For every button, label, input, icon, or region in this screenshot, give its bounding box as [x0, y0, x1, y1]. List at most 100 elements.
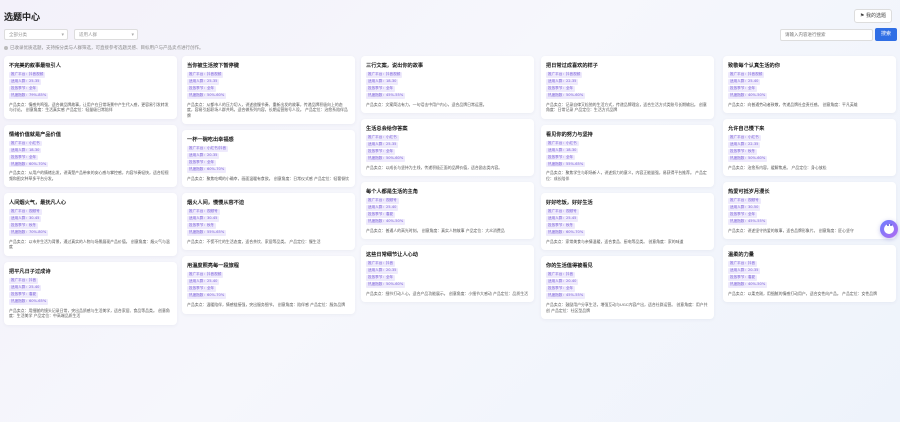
- topic-card[interactable]: 把日常过成喜欢的样子 推广平台：抖音视频 适用人群：22-35 投放季节：全年 …: [541, 56, 714, 119]
- topic-description: 产品卖点：向普通劳动者致敬，传递品牌社会责任感。 创意角度：平凡英雄: [728, 101, 858, 107]
- audience-tag: 适用人群：30-45: [9, 216, 42, 222]
- topic-card[interactable]: 致敬每个认真生活的你 推广平台：抖音视频 适用人群：25-40 投放季节：全年 …: [723, 56, 896, 114]
- topic-card[interactable]: 三行文案，说出你的故事 推广平台：抖音视频 适用人群：18-30 投放季节：全年…: [361, 56, 534, 114]
- page-title: 选题中心: [4, 13, 41, 23]
- topic-title: 致敬每个认真生活的你: [728, 63, 780, 69]
- topic-description: 产品卖点：以柔克刚，用细腻的情感打动用户，适合女性向产品。 产品定位：女性品牌: [728, 290, 878, 296]
- audience-tag: 适用人群：18-30: [9, 147, 42, 154]
- bot-face: [884, 224, 894, 234]
- topic-description: 产品卖点：普通人的高光时刻。 创意角度：真实人物故事 产品定位：大众消费品: [366, 227, 505, 233]
- topic-card[interactable]: 情绪价值就是产品价值 推广平台：小红书 适用人群：18-30 投放季节：全年 热…: [4, 124, 177, 188]
- platform-tag: 推广平台：视频号: [187, 209, 220, 215]
- platform-tag: 推广平台：视频号: [546, 209, 579, 215]
- topic-card[interactable]: 热爱可抵岁月漫长 推广平台：视频号 适用人群：30-50 投放季节：全年 热度指…: [723, 182, 896, 240]
- info-tip-text: 已收录优质选题，支持按分类与人群筛选，可直接参考选题灵感、目标用户与产品卖点进行…: [10, 46, 204, 51]
- score-tag: 热度指数：50%-60%: [366, 282, 406, 288]
- score-tag: 热度指数：45%-55%: [728, 219, 768, 225]
- topic-card[interactable]: 一杯一碗吃出幸福感 推广平台：小红书/抖音 适用人群：20-35 投放季节：全年…: [182, 130, 355, 188]
- topic-title: 不完美的叙事最吸引人: [9, 63, 61, 69]
- season-tag: 投放季节：全年: [546, 286, 576, 292]
- platform-tag: 推广平台：抖音视频: [9, 72, 46, 78]
- topic-card[interactable]: 你的生活值得被看见 推广平台：抖音 适用人群：20-40 投放季节：全年 热度指…: [541, 256, 714, 320]
- score-tag: 热度指数：50%-60%: [728, 156, 768, 162]
- topic-title: 烟火人间，慢慢从容不迫: [187, 200, 245, 207]
- topic-description: 产品卖点：以市井生活为背景，通过真实的人物与场景展现产品价值。 创意角度：烟火气…: [9, 238, 170, 250]
- topic-description: 产品卖点：不慌不忙的生活态度，适合茶饮、家居等品类。 产品定位：慢生活: [187, 238, 321, 244]
- score-tag: 热度指数：50%-60%: [546, 93, 586, 99]
- audience-tag: 适用人群：20-35: [366, 268, 399, 274]
- bot-eye-right: [890, 224, 892, 226]
- topic-description: 产品卖点：聚焦学生与职场新人，讲述努力的意义，内容正能量强，易获得平台推荐。 产…: [546, 170, 707, 181]
- assistant-bot-icon[interactable]: [880, 220, 898, 238]
- season-tag: 投放季节：春夏: [366, 212, 396, 218]
- topic-description: 产品卖点：从用户的情绪出发，讲清楚产品带来的安心感与掌控感，内容节奏轻快，适合短…: [9, 170, 169, 181]
- platform-tag: 推广平台：抖音视频: [187, 272, 224, 278]
- topic-description: 产品卖点：细节打动人心，适合产品功能展示。 创意角度：小细节大感动 产品定位：品…: [366, 290, 528, 296]
- topic-title: 生活总会给你答案: [366, 126, 408, 133]
- topic-card[interactable]: 烟火人间，慢慢从容不迫 推广平台：视频号 适用人群：30-45 投放季节：秋冬 …: [182, 193, 355, 251]
- platform-tag: 推广平台：抖音视频: [366, 72, 403, 78]
- my-topics-button[interactable]: ⚑ 我的选题: [853, 9, 892, 23]
- topic-title: 人间烟火气，最抚凡人心: [9, 200, 67, 207]
- audience-tag: 适用人群：18-30: [546, 147, 579, 154]
- topic-title: 把平凡日子过成诗: [9, 269, 51, 276]
- topic-card[interactable]: 允许自己慢下来 推广平台：小红书 适用人群：22-35 投放季节：秋冬 热度指数…: [723, 119, 896, 177]
- topic-column-5: 致敬每个认真生活的你 推广平台：抖音视频 适用人群：25-40 投放季节：全年 …: [723, 56, 896, 308]
- season-tag: 投放季节：春夏: [9, 292, 39, 298]
- season-tag: 投放季节：秋冬: [187, 223, 217, 229]
- score-tag: 热度指数：40%-50%: [728, 282, 768, 288]
- score-tag: 热度指数：45%-55%: [366, 93, 406, 99]
- topic-card[interactable]: 好好吃饭，好好生活 推广平台：视频号 适用人群：25-45 投放季节：秋冬 热度…: [541, 193, 714, 251]
- topic-title: 三行文案，说出你的故事: [366, 63, 424, 69]
- season-tag: 投放季节：全年: [187, 160, 217, 166]
- platform-tag: 推广平台：视频号: [366, 198, 399, 204]
- topic-title: 这些日常细节让人心动: [366, 252, 418, 259]
- topic-title: 热爱可抵岁月漫长: [728, 189, 770, 196]
- topic-description: 产品卖点：温暖陪伴，情感链接强，突出服务细节。 创意角度：陪伴感 产品定位：服务…: [187, 301, 346, 307]
- season-tag: 投放季节：春夏: [728, 275, 758, 281]
- topic-card[interactable]: 每个人都是生活的主角 推广平台：视频号 适用人群：25-40 投放季节：春夏 热…: [361, 182, 534, 240]
- topic-card[interactable]: 生活总会给你答案 推广平台：小红书 适用人群：25-35 投放季节：全年 热度指…: [361, 119, 534, 177]
- topic-card[interactable]: 看见你的努力与坚持 推广平台：小红书 适用人群：18-30 投放季节：全年 热度…: [541, 124, 714, 188]
- platform-tag: 推广平台：小红书/抖音: [187, 146, 229, 152]
- topic-title: 用温度照亮每一段旅程: [187, 263, 239, 270]
- category-select[interactable]: 全部分类 ▾: [4, 29, 68, 40]
- topic-title: 当你被生活按下暂停键: [187, 63, 239, 69]
- topic-title: 温柔的力量: [728, 252, 754, 259]
- topic-card[interactable]: 当你被生活按下暂停键 推广平台：抖音视频 适用人群：25-35 投放季节：全年 …: [182, 56, 355, 125]
- audience-tag: 适用人群：25-35: [366, 142, 399, 148]
- season-tag: 投放季节：全年: [366, 275, 396, 281]
- score-tag: 热度指数：40%-50%: [728, 93, 768, 99]
- audience-tag: 适用人群：22-35: [728, 142, 761, 148]
- audience-tag: 适用人群：20-40: [546, 279, 579, 285]
- platform-tag: 推广平台：抖音: [728, 261, 758, 267]
- season-tag: 投放季节：全年: [9, 154, 39, 161]
- audience-tag: 适用人群：25-40: [728, 79, 761, 85]
- search-input[interactable]: [780, 29, 873, 41]
- audience-select[interactable]: 适用人群 ▾: [74, 29, 138, 40]
- season-tag: 投放季节：秋冬: [9, 223, 39, 229]
- audience-tag: 适用人群：20-35: [187, 153, 220, 159]
- platform-tag: 推广平台：小红书: [546, 140, 579, 147]
- search-button[interactable]: 搜索: [875, 28, 897, 41]
- my-topics-label: 我的选题: [865, 13, 886, 19]
- score-tag: 热度指数：79%-85%: [9, 93, 49, 99]
- topic-description: 产品卖点：以成长与坚持为主线，传递积极正面的品牌价值，适合励志类内容。: [366, 164, 503, 170]
- score-tag: 热度指数：60%-70%: [187, 293, 227, 299]
- topic-card[interactable]: 把平凡日子过成诗 推广平台：抖音 适用人群：25-40 投放季节：春夏 热度指数…: [4, 262, 177, 325]
- audience-tag: 适用人群：18-30: [366, 79, 399, 85]
- topic-card[interactable]: 人间烟火气，最抚凡人心 推广平台：视频号 适用人群：30-45 投放季节：秋冬 …: [4, 193, 177, 257]
- platform-tag: 推广平台：小红书: [728, 135, 761, 141]
- score-tag: 热度指数：45%-55%: [546, 293, 586, 299]
- platform-tag: 推广平台：抖音视频: [187, 72, 224, 78]
- topic-column-3: 三行文案，说出你的故事 推广平台：抖音视频 适用人群：18-30 投放季节：全年…: [361, 56, 534, 308]
- platform-tag: 推广平台：小红书: [9, 140, 42, 147]
- topic-description: 产品卖点：鼓励用户分享生活，增强互动与UGC内容产出，适合社群运营。 创意角度：…: [546, 301, 708, 313]
- topic-card[interactable]: 温柔的力量 推广平台：抖音 适用人群：20-35 投放季节：春夏 热度指数：40…: [723, 245, 896, 303]
- topic-card[interactable]: 这些日常细节让人心动 推广平台：抖音 适用人群：20-35 投放季节：全年 热度…: [361, 245, 534, 303]
- topic-column-4: 把日常过成喜欢的样子 推广平台：抖音视频 适用人群：22-35 投放季节：全年 …: [541, 56, 714, 325]
- topic-card[interactable]: 不完美的叙事最吸引人 推广平台：抖音视频 适用人群：25-35 投放季节：全年 …: [4, 56, 177, 119]
- score-tag: 热度指数：55%-65%: [187, 230, 227, 236]
- topic-description: 产品卖点：文案简洁有力，一句话击中用户内心，适合品牌日常运营。: [366, 101, 487, 107]
- topic-card[interactable]: 用温度照亮每一段旅程 推广平台：抖音视频 适用人群：25-40 投放季节：全年 …: [182, 256, 355, 314]
